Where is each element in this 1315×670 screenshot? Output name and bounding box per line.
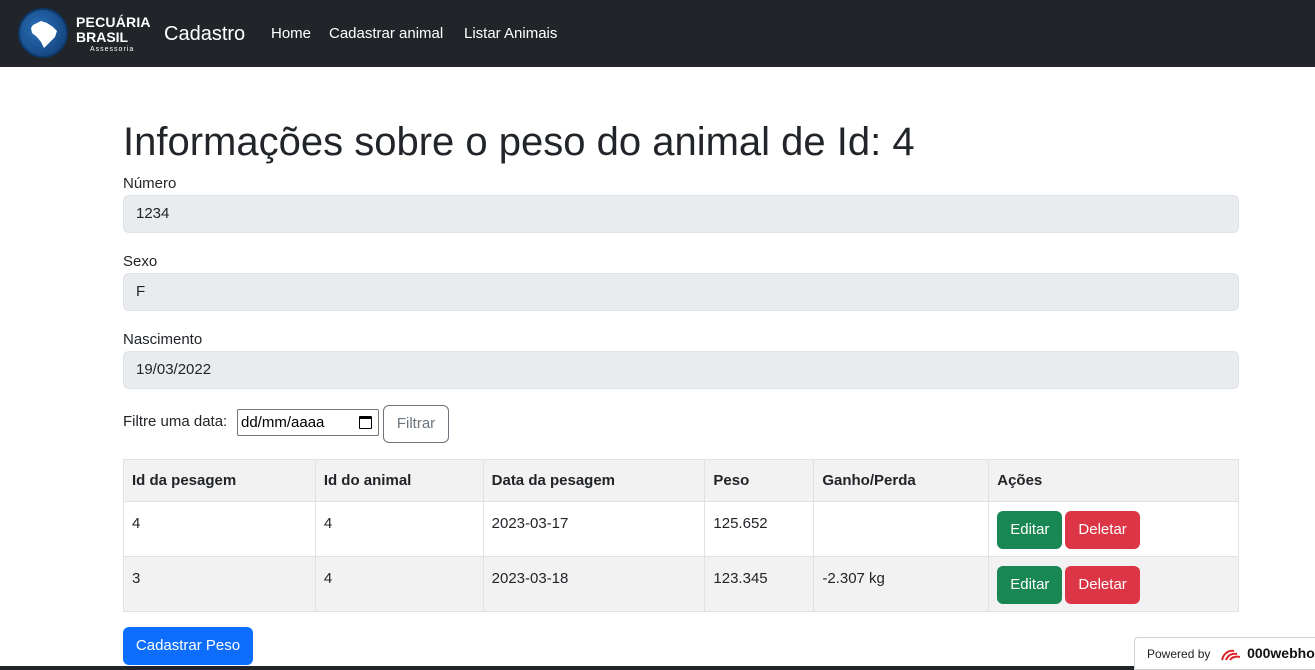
cell-peso: 125.652 (704, 501, 815, 557)
delete-button[interactable]: Deletar (1065, 511, 1140, 549)
logo-text-line3: Assessoria (90, 46, 135, 53)
cell-id-pesagem: 3 (123, 556, 316, 612)
logo[interactable]: PECUÁRIA BRASIL Assessoria (18, 8, 158, 60)
cell-acoes: Editar Deletar (988, 556, 1239, 612)
header-peso: Peso (704, 459, 815, 502)
page-title: Informações sobre o peso do animal de Id… (123, 120, 915, 164)
navbar-brand[interactable]: Cadastro (164, 22, 245, 46)
edit-button[interactable]: Editar (997, 511, 1063, 549)
header-ganho-perda: Ganho/Perda (813, 459, 990, 502)
webhost-logo-icon (1220, 649, 1240, 661)
navbar: PECUÁRIA BRASIL Assessoria Cadastro Home… (0, 0, 1315, 67)
nav-home[interactable]: Home (271, 25, 311, 43)
cell-id-animal: 4 (314, 501, 484, 557)
header-data-pesagem: Data da pesagem (482, 459, 706, 502)
date-filter-input[interactable]: dd/mm/aaaa (237, 409, 379, 436)
weighings-table: Id da pesagem Id do animal Data da pesag… (123, 459, 1239, 612)
calendar-icon[interactable] (359, 416, 372, 429)
filter-label: Filtre uma data: (123, 413, 228, 430)
table-header-row: Id da pesagem Id do animal Data da pesag… (123, 459, 1239, 502)
cell-peso: 123.345 (704, 556, 815, 612)
table-row: 4 4 2023-03-17 125.652 Editar Deletar (123, 501, 1239, 557)
cell-ganho-perda: -2.307 kg (813, 556, 990, 612)
bottom-strip (0, 666, 1315, 670)
logo-text-line2: BRASIL (76, 29, 129, 45)
edit-button[interactable]: Editar (997, 566, 1063, 604)
cell-acoes: Editar Deletar (988, 501, 1239, 557)
header-acoes: Ações (988, 459, 1239, 502)
date-placeholder: dd/mm/aaaa (241, 414, 325, 431)
numero-label: Número (123, 175, 177, 192)
cell-id-pesagem: 4 (123, 501, 316, 557)
header-id-animal: Id do animal (314, 459, 484, 502)
nascimento-label: Nascimento (123, 331, 203, 348)
nav-listar-animais[interactable]: Listar Animais (464, 25, 557, 43)
cell-data-pesagem: 2023-03-18 (482, 556, 706, 612)
sexo-label: Sexo (123, 253, 158, 270)
webhost-name: 000webhost (1247, 645, 1315, 661)
powered-by-label: Powered by (1147, 647, 1211, 661)
cadastrar-peso-button[interactable]: Cadastrar Peso (123, 627, 253, 665)
nav-cadastrar-animal[interactable]: Cadastrar animal (329, 25, 443, 43)
table-row: 3 4 2023-03-18 123.345 -2.307 kg Editar D… (123, 556, 1239, 612)
sexo-field: F (123, 273, 1239, 311)
cell-ganho-perda (813, 501, 990, 557)
cell-id-animal: 4 (314, 556, 484, 612)
cell-data-pesagem: 2023-03-17 (482, 501, 706, 557)
logo-text-line1: PECUÁRIA (76, 14, 151, 30)
filter-button[interactable]: Filtrar (383, 405, 449, 443)
powered-by-badge[interactable]: Powered by 000webhost (1134, 637, 1315, 670)
header-id-pesagem: Id da pesagem (123, 459, 316, 502)
numero-field: 1234 (123, 195, 1239, 233)
delete-button[interactable]: Deletar (1065, 566, 1140, 604)
nascimento-field: 19/03/2022 (123, 351, 1239, 389)
brazil-map-logo-icon (18, 8, 68, 58)
